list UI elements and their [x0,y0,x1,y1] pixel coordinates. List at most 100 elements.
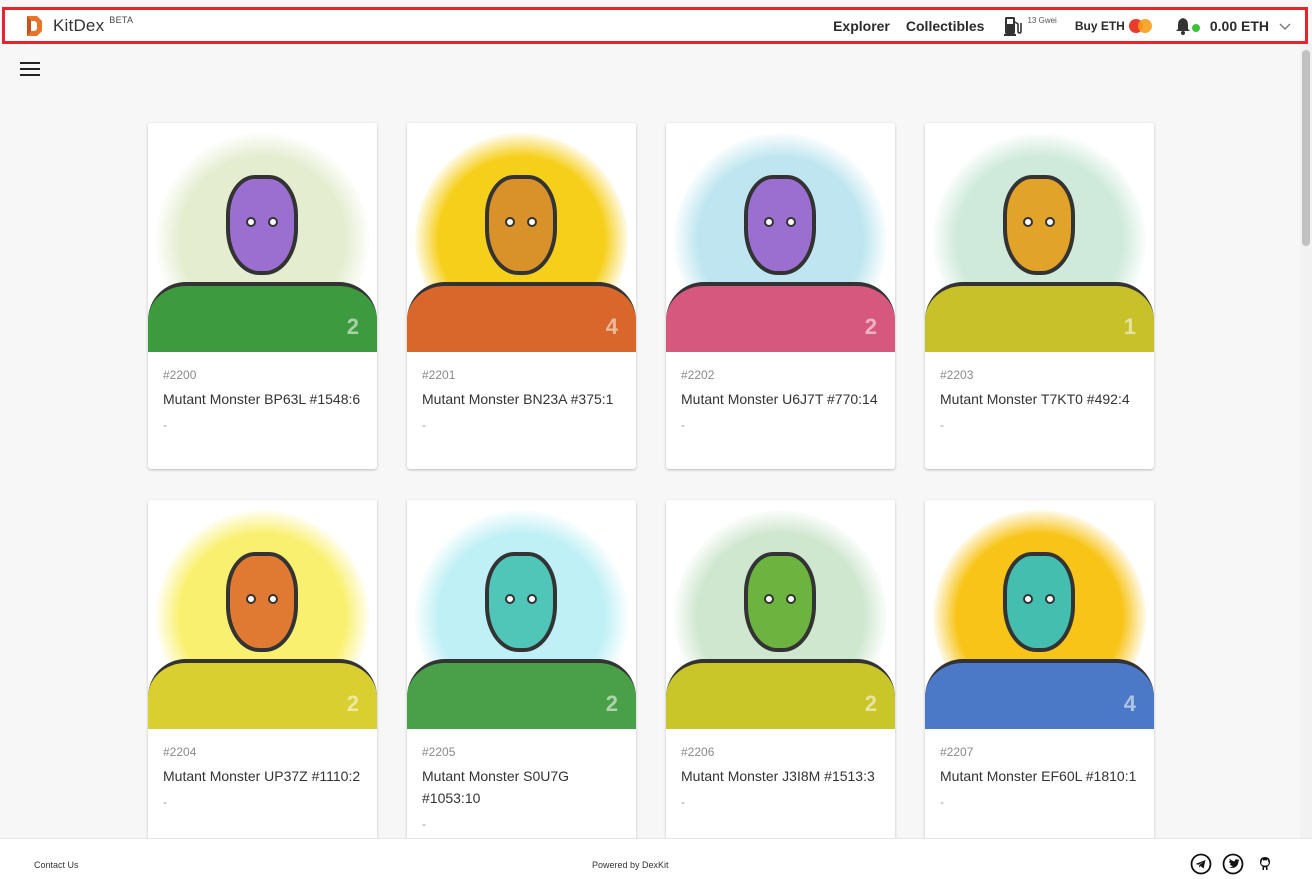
contact-us-link[interactable]: Contact Us [34,860,79,870]
collectible-image[interactable]: 4 [925,500,1154,729]
collectible-card[interactable]: 4 #2207 Mutant Monster EF60L #1810:1 - [925,500,1154,846]
level-badge: 4 [605,314,618,339]
monster-eye [268,594,278,604]
collectible-title[interactable]: Mutant Monster EF60L #1810:1 [940,765,1139,787]
monster-eye [764,594,774,604]
monster-eye [764,217,774,227]
beta-badge: BETA [109,14,134,25]
collectible-card[interactable]: 1 #2203 Mutant Monster T7KT0 #492:4 - [925,123,1154,469]
scrollbar-thumb[interactable] [1302,50,1310,246]
monster-head [1003,552,1075,652]
collectible-title[interactable]: Mutant Monster J3I8M #1513:3 [681,765,880,787]
collectible-title[interactable]: Mutant Monster UP37Z #1110:2 [163,765,362,787]
collectible-image[interactable]: 2 [407,500,636,729]
token-id: #2207 [940,745,974,759]
monster-body [407,282,636,352]
collectible-image[interactable]: 1 [925,123,1154,352]
monster-eye [786,217,796,227]
card-info: #2201 Mutant Monster BN23A #375:1 - [407,352,636,432]
collectible-title[interactable]: Mutant Monster BN23A #375:1 [422,388,621,410]
monster-eye [1045,594,1055,604]
monster-head [1003,175,1075,275]
monster-eye [505,594,515,604]
card-info: #2206 Mutant Monster J3I8M #1513:3 - [666,729,895,809]
github-icon[interactable] [1254,853,1276,875]
collectible-card[interactable]: 2 #2205 Mutant Monster S0U7G #1053:10 - [407,500,636,846]
bell-icon [1175,17,1190,35]
collectible-price: - [163,418,167,432]
token-id: #2200 [163,368,197,382]
card-info: #2203 Mutant Monster T7KT0 #492:4 - [925,352,1154,432]
buy-eth-button[interactable]: Buy ETH [1074,18,1153,33]
card-info: #2202 Mutant Monster U6J7T #770:14 - [666,352,895,432]
collectible-image[interactable]: 2 [666,123,895,352]
monster-body [407,659,636,729]
monster-eye [1023,217,1033,227]
collectible-card[interactable]: 4 #2201 Mutant Monster BN23A #375:1 - [407,123,636,469]
token-id: #2201 [422,368,456,382]
gas-price-label: 13 Gwei [1027,15,1057,25]
level-badge: 2 [346,314,359,339]
chevron-down-icon[interactable] [1279,20,1291,32]
level-badge: 1 [1123,314,1136,339]
monster-head [744,552,816,652]
telegram-icon[interactable] [1190,853,1212,875]
collectible-price: - [422,418,426,432]
token-id: #2202 [681,368,715,382]
card-info: #2204 Mutant Monster UP37Z #1110:2 - [148,729,377,809]
monster-body [925,282,1154,352]
token-id: #2206 [681,745,715,759]
monster-eye [527,217,537,227]
monster-eye [246,217,256,227]
collectible-title[interactable]: Mutant Monster T7KT0 #492:4 [940,388,1139,410]
monster-eye [786,594,796,604]
monster-head [744,175,816,275]
brand-name: KitDex [53,15,105,35]
twitter-icon[interactable] [1222,853,1244,875]
buy-eth-label: Buy ETH [1074,18,1125,33]
collectible-card[interactable]: 2 #2200 Mutant Monster BP63L #1548:6 - [148,123,377,469]
monster-body [666,659,895,729]
collectible-price: - [940,418,944,432]
collectible-card[interactable]: 2 #2204 Mutant Monster UP37Z #1110:2 - [148,500,377,846]
level-badge: 2 [605,691,618,716]
monster-eye [1023,594,1033,604]
monster-head [226,175,298,275]
nav-collectibles-link[interactable]: Collectibles [906,18,985,34]
monster-head [226,552,298,652]
powered-by-text: Powered by DexKit [592,860,669,870]
wallet-balance[interactable]: 0.00 ETH [1210,18,1269,34]
gas-pump-icon [1004,16,1023,36]
hamburger-menu-icon[interactable] [20,62,40,78]
monster-eye [505,217,515,227]
notifications-button[interactable] [1175,17,1200,35]
collectible-price: - [681,795,685,809]
collectible-card[interactable]: 2 #2202 Mutant Monster U6J7T #770:14 - [666,123,895,469]
collectible-card[interactable]: 2 #2206 Mutant Monster J3I8M #1513:3 - [666,500,895,846]
gas-price-indicator[interactable]: 13 Gwei [1004,15,1057,36]
collectible-price: - [940,795,944,809]
collectible-image[interactable]: 2 [148,500,377,729]
monster-eye [1045,217,1055,227]
collectible-image[interactable]: 4 [407,123,636,352]
token-id: #2205 [422,745,456,759]
collectible-image[interactable]: 2 [148,123,377,352]
monster-eye [246,594,256,604]
collectible-title[interactable]: Mutant Monster U6J7T #770:14 [681,388,880,410]
token-id: #2204 [163,745,197,759]
collectible-title[interactable]: Mutant Monster S0U7G #1053:10 [422,765,621,809]
monster-body [148,659,377,729]
collectible-price: - [681,418,685,432]
collectible-title[interactable]: Mutant Monster BP63L #1548:6 [163,388,362,410]
level-badge: 2 [346,691,359,716]
card-info: #2207 Mutant Monster EF60L #1810:1 - [925,729,1154,809]
monster-head [485,552,557,652]
kitdex-logo-icon [27,15,42,36]
collectible-image[interactable]: 2 [666,500,895,729]
card-info: #2200 Mutant Monster BP63L #1548:6 - [148,352,377,432]
monster-body [148,282,377,352]
nav-explorer-link[interactable]: Explorer [833,18,890,34]
brand[interactable]: KitDex BETA [25,10,133,41]
monster-body [666,282,895,352]
monster-head [485,175,557,275]
